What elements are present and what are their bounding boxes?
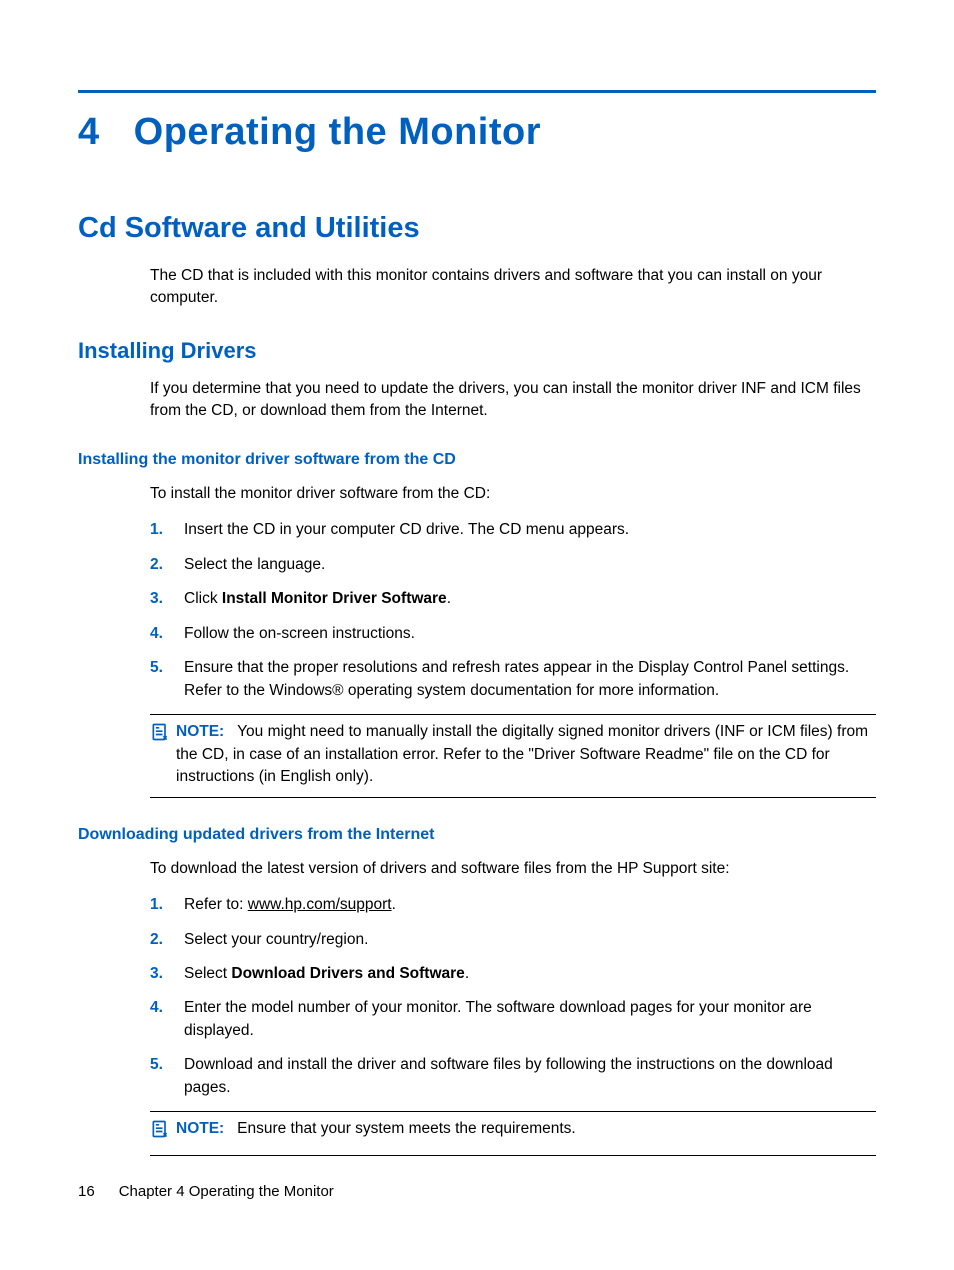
list-item: 4. Enter the model number of your monito…	[150, 997, 876, 1042]
list-item: 3. Click Install Monitor Driver Software…	[150, 588, 876, 610]
note-icon	[150, 722, 172, 749]
step-number: 4.	[150, 623, 184, 645]
step-prefix: Click	[184, 590, 222, 607]
step-number: 1.	[150, 519, 184, 541]
step-number: 3.	[150, 963, 184, 985]
steps-install-cd: 1. Insert the CD in your computer CD dri…	[150, 519, 876, 702]
subsub2-intro: To download the latest version of driver…	[150, 858, 876, 880]
note-label: NOTE:	[176, 723, 224, 740]
list-item: 5. Download and install the driver and s…	[150, 1054, 876, 1099]
chapter-ref: Chapter 4 Operating the Monitor	[119, 1183, 334, 1200]
step-number: 3.	[150, 588, 184, 610]
section-intro: The CD that is included with this monito…	[150, 265, 876, 310]
list-item: 4. Follow the on-screen instructions.	[150, 623, 876, 645]
note-block-requirements: NOTE: Ensure that your system meets the …	[150, 1111, 876, 1155]
section-heading-cd-software: Cd Software and Utilities	[78, 212, 876, 245]
step-text: Select your country/region.	[184, 929, 876, 951]
step-number: 5.	[150, 657, 184, 679]
step-number: 4.	[150, 997, 184, 1019]
list-item: 2. Select your country/region.	[150, 929, 876, 951]
step-text: Select the language.	[184, 554, 876, 576]
chapter-heading: 4 Operating the Monitor	[78, 111, 876, 154]
list-item: 5. Ensure that the proper resolutions an…	[150, 657, 876, 702]
step-bold: Download Drivers and Software	[231, 965, 464, 982]
step-text: Select Download Drivers and Software.	[184, 963, 876, 985]
step-suffix: .	[465, 965, 469, 982]
list-item: 2. Select the language.	[150, 554, 876, 576]
note-text: You might need to manually install the d…	[176, 723, 868, 785]
step-number: 5.	[150, 1054, 184, 1076]
support-link[interactable]: www.hp.com/support	[248, 896, 392, 913]
step-text: Click Install Monitor Driver Software.	[184, 588, 876, 610]
note-label: NOTE:	[176, 1120, 224, 1137]
note-text: Ensure that your system meets the requir…	[237, 1120, 576, 1137]
step-bold: Install Monitor Driver Software	[222, 590, 447, 607]
chapter-title: Operating the Monitor	[134, 111, 541, 153]
note-body: NOTE: You might need to manually install…	[176, 721, 876, 788]
step-text: Refer to: www.hp.com/support.	[184, 894, 876, 916]
subsubsection-install-from-cd: Installing the monitor driver software f…	[78, 451, 876, 469]
list-item: 1. Insert the CD in your computer CD dri…	[150, 519, 876, 541]
note-body: NOTE: Ensure that your system meets the …	[176, 1118, 876, 1140]
note-icon	[150, 1119, 172, 1146]
chapter-number: 4	[78, 111, 100, 153]
step-suffix: .	[392, 896, 396, 913]
subsection-intro: If you determine that you need to update…	[150, 378, 876, 423]
step-suffix: .	[447, 590, 451, 607]
step-number: 1.	[150, 894, 184, 916]
step-text: Download and install the driver and soft…	[184, 1054, 876, 1099]
step-text: Ensure that the proper resolutions and r…	[184, 657, 876, 702]
step-text: Enter the model number of your monitor. …	[184, 997, 876, 1042]
step-number: 2.	[150, 554, 184, 576]
subsection-installing-drivers: Installing Drivers	[78, 338, 876, 364]
steps-download-internet: 1. Refer to: www.hp.com/support. 2. Sele…	[150, 894, 876, 1099]
subsub1-intro: To install the monitor driver software f…	[150, 483, 876, 505]
list-item: 3. Select Download Drivers and Software.	[150, 963, 876, 985]
page-footer: 16 Chapter 4 Operating the Monitor	[78, 1183, 334, 1200]
step-prefix: Refer to:	[184, 896, 248, 913]
subsubsection-download-internet: Downloading updated drivers from the Int…	[78, 826, 876, 844]
page-number: 16	[78, 1183, 95, 1200]
step-number: 2.	[150, 929, 184, 951]
note-block-cd: NOTE: You might need to manually install…	[150, 714, 876, 797]
step-text: Insert the CD in your computer CD drive.…	[184, 519, 876, 541]
top-rule	[78, 90, 876, 93]
step-prefix: Select	[184, 965, 231, 982]
step-text: Follow the on-screen instructions.	[184, 623, 876, 645]
list-item: 1. Refer to: www.hp.com/support.	[150, 894, 876, 916]
